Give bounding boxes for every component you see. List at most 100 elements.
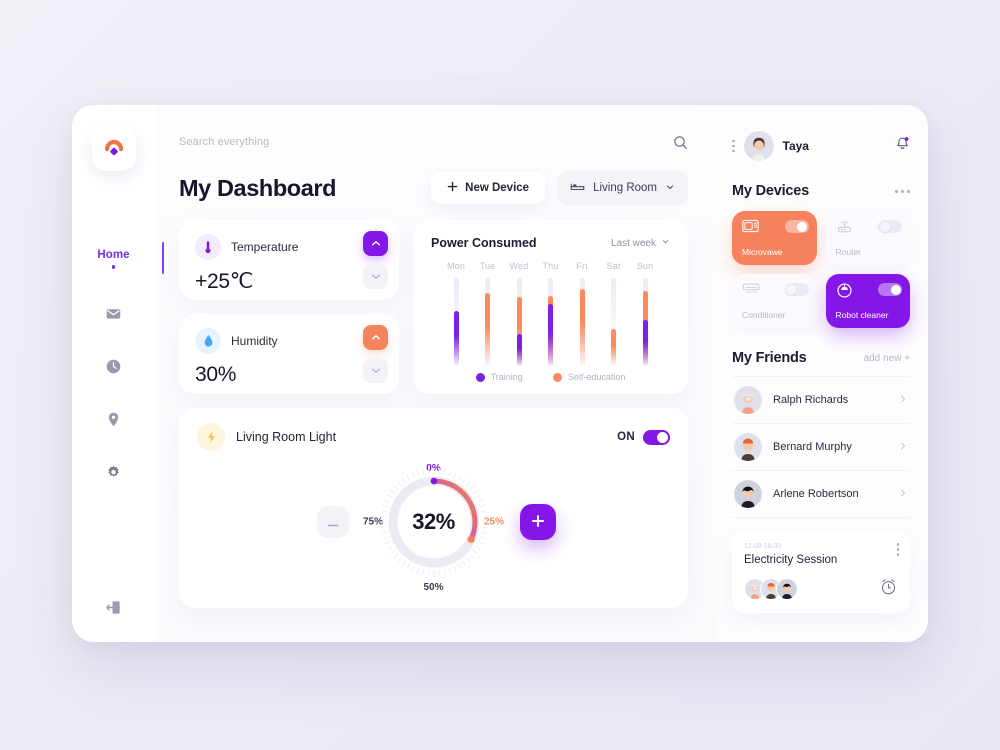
brightness-value: 32% — [412, 509, 455, 534]
device-name: Router — [835, 247, 862, 257]
kebab-menu-icon[interactable] — [896, 543, 899, 556]
gauge-label-bottom: 50% — [423, 582, 444, 593]
bar-segment-training — [516, 334, 522, 366]
top-bar — [179, 131, 688, 153]
temperature-header: Temperature — [195, 234, 385, 260]
chevron-right-icon[interactable] — [898, 391, 908, 409]
friend-list-item[interactable]: Arlene Robertson — [732, 471, 910, 518]
humidity-label: Humidity — [231, 334, 278, 348]
temperature-value: +25℃ — [195, 270, 254, 293]
notification-bell-icon[interactable] — [895, 136, 910, 157]
friends-list: Ralph Richards Bernard Murphy Arlene Rober… — [732, 376, 910, 518]
device-toggle[interactable] — [784, 220, 809, 233]
friend-list-item[interactable]: Ralph Richards — [732, 376, 910, 424]
bar-segment-training — [453, 311, 459, 366]
chevron-down-icon — [665, 182, 675, 195]
device-toggle[interactable] — [784, 283, 809, 296]
chart-x-tick-label: Mon — [446, 261, 466, 271]
watermark: TOOOPEN.com — [838, 702, 968, 722]
humidity-card: Humidity 30% — [179, 314, 399, 394]
sidebar-item-location[interactable] — [72, 411, 155, 428]
brightness-decrease-button[interactable] — [317, 506, 349, 538]
devices-title: My Devices — [732, 183, 809, 199]
humidity-decrease-button[interactable] — [363, 358, 388, 383]
sidebar-item-home[interactable]: Home — [72, 242, 164, 274]
temperature-label: Temperature — [231, 240, 299, 254]
account-name: Taya — [782, 139, 809, 153]
bar-track — [453, 278, 459, 366]
chart-range-selector[interactable]: Last week — [611, 237, 670, 249]
plus-icon — [531, 514, 545, 531]
more-horizontal-icon[interactable] — [895, 189, 910, 193]
sidebar-item-label: Home — [97, 249, 130, 261]
chart-bar-wed: Wed — [504, 261, 534, 366]
session-participants — [744, 578, 798, 600]
chevron-right-icon[interactable] — [898, 485, 908, 503]
brightness-increase-button[interactable] — [520, 504, 556, 540]
bar-segment-self-education — [579, 288, 585, 366]
bar-track — [642, 278, 648, 366]
chevron-right-icon[interactable] — [898, 438, 908, 456]
friend-name: Ralph Richards — [773, 394, 849, 406]
bar-track — [516, 278, 522, 366]
sidebar-item-settings[interactable] — [72, 464, 155, 481]
search-icon[interactable] — [673, 135, 688, 150]
device-toggle[interactable] — [878, 283, 902, 296]
app-logo[interactable] — [91, 127, 136, 171]
add-new-device-label: New Device — [465, 182, 530, 194]
dashboard-window: Home Search everything My Dashboard New … — [72, 105, 928, 642]
device-toggle[interactable] — [878, 220, 902, 233]
sidebar-item-messages[interactable] — [72, 305, 155, 322]
device-card-router[interactable]: Router — [825, 211, 910, 265]
chart-x-tick-label: Fri — [576, 261, 588, 271]
kebab-menu-icon[interactable] — [732, 139, 735, 153]
friends-header: My Friends add new + — [732, 350, 910, 366]
temperature-decrease-button[interactable] — [363, 264, 388, 289]
alarm-clock-icon[interactable] — [879, 577, 898, 601]
device-card-conditioner[interactable]: Conditioner — [732, 274, 817, 328]
light-power-group: ON — [617, 429, 670, 445]
page-header: My Dashboard New Device Living Room — [179, 171, 688, 205]
thermometer-icon — [195, 234, 221, 260]
chart-header: Power Consumed Last week — [431, 236, 670, 250]
living-room-light-card: Living Room Light ON 0% 75% 25% 50% 32% — [179, 408, 688, 608]
legend-label: Training — [490, 372, 523, 382]
sidebar-item-history[interactable] — [72, 358, 155, 375]
session-card[interactable]: 12.08-18:30 Electricity Session — [732, 532, 910, 613]
legend-item-training: Training — [475, 372, 523, 382]
right-panel: Taya My Devices Microvawe Router Condition… — [716, 105, 928, 642]
humidity-header: Humidity — [195, 328, 385, 354]
add-friend-button[interactable]: add new + — [864, 353, 910, 364]
device-card-microvawe[interactable]: Microvawe — [732, 211, 817, 265]
temperature-stepper — [363, 231, 388, 289]
device-name: Robot cleaner — [835, 310, 889, 320]
device-name: Conditioner — [742, 310, 786, 320]
bar-track — [548, 278, 553, 366]
logout-button[interactable] — [104, 598, 123, 622]
chart-x-tick-label: Sat — [606, 261, 621, 271]
avatar[interactable] — [743, 131, 774, 161]
search-input[interactable] — [179, 136, 479, 148]
light-power-toggle[interactable] — [643, 429, 670, 445]
light-state-label: ON — [617, 431, 635, 443]
bar-segment-training — [642, 320, 648, 366]
chevron-down-icon — [661, 237, 670, 249]
room-selector[interactable]: Living Room — [557, 171, 688, 205]
devices-header: My Devices — [732, 183, 910, 199]
add-new-device-button[interactable]: New Device — [431, 172, 546, 204]
dashboard-grid: Temperature +25℃ Humidity 30% Power Cons… — [179, 220, 688, 394]
temperature-increase-button[interactable] — [363, 231, 388, 256]
legend-item-self-education: Self-education — [552, 372, 625, 382]
chart-x-tick-label: Sun — [636, 261, 654, 271]
chart-bar-sat: Sat — [599, 261, 629, 366]
bar-segment-self-education — [611, 329, 616, 366]
friend-list-item[interactable]: Bernard Murphy — [732, 424, 910, 471]
devices-grid: Microvawe Router Conditioner Robot cleaner — [732, 211, 910, 328]
brightness-gauge[interactable]: 32% — [378, 466, 490, 578]
avatar — [776, 578, 798, 600]
bar-track — [579, 278, 585, 366]
friends-title: My Friends — [732, 350, 807, 366]
device-card-robot-cleaner[interactable]: Robot cleaner — [825, 274, 910, 328]
location-pin-icon — [105, 411, 122, 428]
humidity-increase-button[interactable] — [363, 325, 388, 350]
